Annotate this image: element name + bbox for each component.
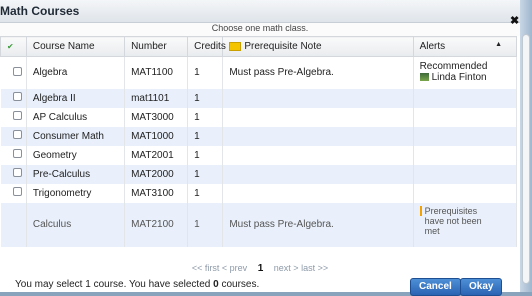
- course-name: Algebra: [26, 56, 126, 89]
- course-credits: 1: [187, 107, 224, 127]
- course-name: Algebra II: [26, 88, 126, 108]
- prereq-header-label: Prerequisite Note: [244, 41, 322, 52]
- selection-status: You may select 1 course. You have select…: [15, 279, 259, 290]
- prereq-note: [222, 183, 414, 203]
- scrollbar-thumb[interactable]: [522, 34, 530, 284]
- row-select-cell[interactable]: [0, 126, 27, 146]
- sort-ascending-icon: ▲: [495, 41, 502, 48]
- row-select-cell: [0, 202, 27, 247]
- row-checkbox[interactable]: [12, 168, 22, 177]
- selection-status-suffix: courses.: [218, 279, 260, 290]
- dialog-title: Math Courses: [0, 4, 80, 18]
- table-row[interactable]: Trigonometry MAT3100 1: [0, 183, 518, 203]
- alert-cell: [413, 107, 518, 127]
- current-page: 1: [257, 263, 264, 274]
- number-header[interactable]: Number: [124, 36, 189, 57]
- row-select-cell[interactable]: [0, 164, 27, 184]
- last-page-link[interactable]: last >>: [301, 263, 328, 273]
- course-credits: 1: [187, 88, 224, 108]
- course-number: MAT1000: [124, 126, 189, 146]
- scrollbar[interactable]: [520, 0, 532, 292]
- pagination: << first < prev 1 next > last >>: [0, 263, 520, 274]
- course-credits: 1: [187, 183, 224, 203]
- course-number: MAT2000: [124, 164, 189, 184]
- table-row-disabled: Calculus MAT2100 1 Must pass Pre-Algebra…: [0, 202, 518, 247]
- course-number: MAT2001: [124, 145, 189, 165]
- prereq-note: Must pass Pre-Algebra.: [222, 56, 414, 89]
- prereq-note: [222, 164, 414, 184]
- course-number: MAT1100: [124, 56, 189, 89]
- row-checkbox[interactable]: [12, 130, 22, 139]
- row-checkbox[interactable]: [12, 92, 22, 101]
- prereq-note: [222, 126, 414, 146]
- alert-cell: [413, 126, 518, 146]
- course-credits: 1: [187, 145, 224, 165]
- prev-page-link[interactable]: < prev: [222, 263, 247, 273]
- course-number: MAT3000: [124, 107, 189, 127]
- table-row[interactable]: Pre-Calculus MAT2000 1: [0, 164, 518, 184]
- first-page-link[interactable]: << first: [192, 263, 220, 273]
- prereq-header[interactable]: Prerequisite Note: [222, 36, 414, 57]
- person-icon: [419, 73, 429, 82]
- recommended-label: Recommended: [419, 61, 488, 72]
- instruction-text: Choose one math class.: [0, 23, 520, 36]
- alert-cell: [413, 183, 518, 203]
- selection-status-prefix: You may select 1 course. You have select…: [15, 279, 214, 290]
- alerts-header[interactable]: Alerts ▲: [412, 36, 518, 57]
- alert-cell: Prerequisites have not been met: [413, 202, 518, 247]
- row-select-cell[interactable]: [0, 88, 27, 108]
- table-header-row: ✔ Course Name Number Credits Prerequisit…: [0, 36, 518, 57]
- course-credits: 1: [187, 126, 224, 146]
- course-credits: 1: [187, 56, 224, 89]
- course-name: Consumer Math: [26, 126, 126, 146]
- close-icon[interactable]: ✖: [510, 14, 519, 27]
- table-row[interactable]: AP Calculus MAT3000 1: [0, 107, 518, 127]
- row-checkbox[interactable]: [12, 187, 22, 196]
- row-select-cell[interactable]: [0, 56, 27, 89]
- course-credits: 1: [187, 202, 224, 247]
- row-checkbox[interactable]: [12, 111, 22, 120]
- course-name: Geometry: [26, 145, 126, 165]
- course-name: Calculus: [26, 202, 126, 247]
- check-icon: ✔: [7, 42, 14, 51]
- table-row[interactable]: Geometry MAT2001 1: [0, 145, 518, 165]
- course-credits: 1: [187, 164, 224, 184]
- row-select-cell[interactable]: [0, 145, 27, 165]
- table-row[interactable]: Algebra II mat1101 1: [0, 88, 518, 108]
- prereq-note: [222, 145, 414, 165]
- dialog-titlebar: Math Courses: [0, 0, 520, 23]
- row-select-cell[interactable]: [0, 183, 27, 203]
- prereq-note: [222, 107, 414, 127]
- course-number: MAT2100: [124, 202, 189, 247]
- course-number: MAT3100: [124, 183, 189, 203]
- row-checkbox[interactable]: [12, 149, 22, 158]
- okay-button[interactable]: Okay: [460, 278, 503, 296]
- credits-header[interactable]: Credits: [187, 36, 226, 57]
- table-row[interactable]: Consumer Math MAT1000 1: [0, 126, 518, 146]
- course-number: mat1101: [124, 88, 189, 108]
- course-name: Pre-Calculus: [26, 164, 126, 184]
- math-courses-dialog: Math Courses Choose one math class. ✔ Co…: [0, 0, 520, 296]
- alert-cell: [413, 88, 518, 108]
- row-select-cell[interactable]: [0, 107, 27, 127]
- course-name-header[interactable]: Course Name: [25, 36, 126, 57]
- prereq-warning-text: Prerequisites have not been met: [424, 205, 482, 236]
- course-name: AP Calculus: [26, 107, 126, 127]
- course-name: Trigonometry: [26, 183, 126, 203]
- prereq-note: [222, 88, 414, 108]
- prereq-note: Must pass Pre-Algebra.: [222, 202, 414, 247]
- warning-icon: [419, 205, 422, 216]
- next-page-link[interactable]: next >: [274, 263, 299, 273]
- alert-cell: [413, 145, 518, 165]
- table-row[interactable]: Algebra MAT1100 1 Must pass Pre-Algebra.…: [0, 56, 518, 89]
- courses-table: ✔ Course Name Number Credits Prerequisit…: [0, 36, 518, 247]
- select-column-header: ✔: [0, 36, 27, 57]
- cancel-button[interactable]: Cancel: [410, 278, 461, 296]
- alerts-header-label: Alerts: [419, 41, 446, 52]
- alert-cell: [413, 164, 518, 184]
- alert-cell: Recommended Linda Finton: [413, 56, 518, 89]
- row-checkbox[interactable]: [12, 66, 22, 76]
- recommender-name: Linda Finton: [431, 72, 487, 83]
- note-icon: [229, 41, 242, 51]
